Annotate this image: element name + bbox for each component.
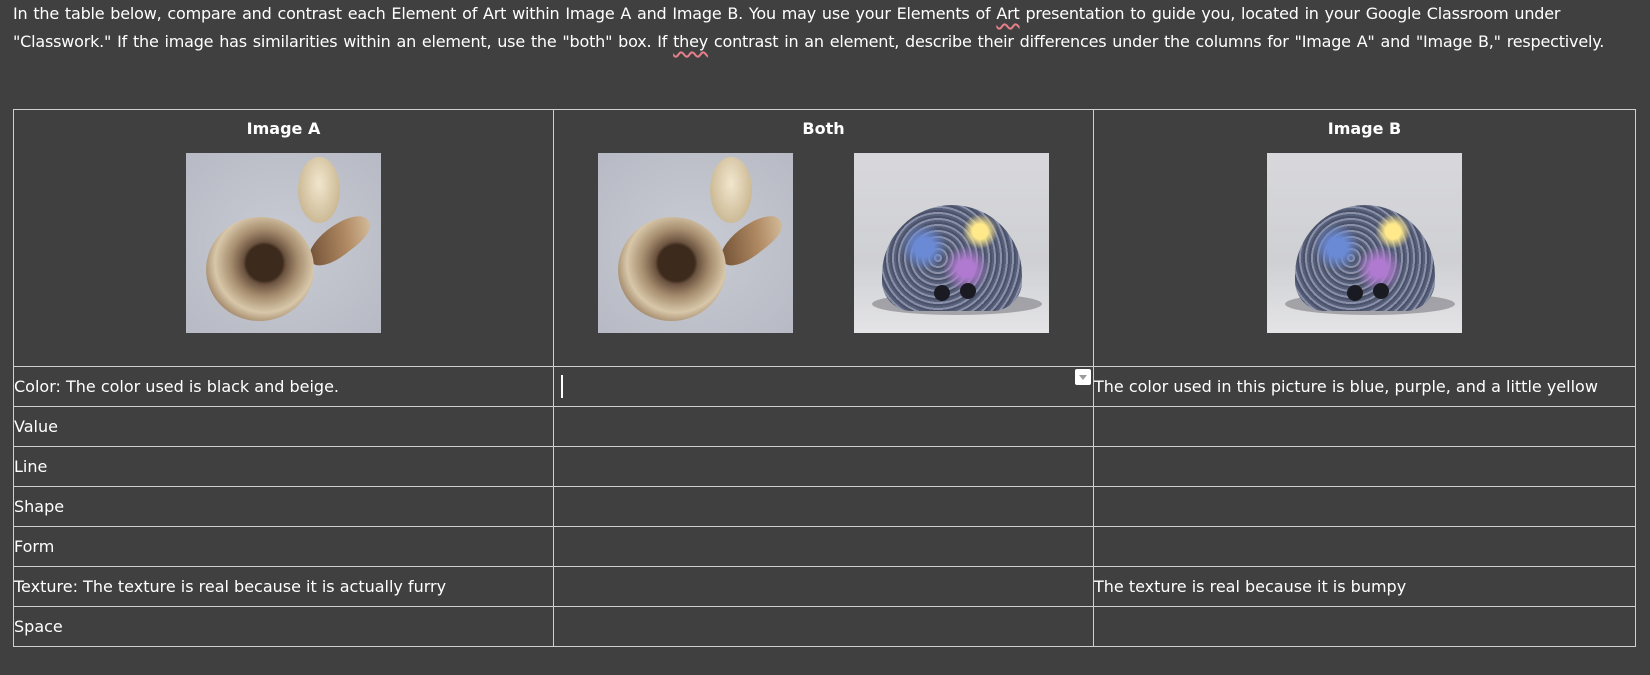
cell-image-a-form[interactable]: Form bbox=[13, 526, 554, 567]
header-both: Both bbox=[802, 119, 845, 138]
cell-image-b-texture[interactable]: The texture is real because it is bumpy bbox=[1093, 566, 1636, 607]
header-image-b: Image B bbox=[1327, 119, 1402, 138]
document-page: In the table below, compare and contrast… bbox=[0, 0, 1650, 675]
table-header-row: Image A Both Image B bbox=[13, 109, 1636, 367]
cell-both-color[interactable] bbox=[553, 366, 1094, 407]
table-row-space: Space bbox=[13, 606, 1636, 647]
cell-image-b-line[interactable] bbox=[1093, 446, 1636, 487]
cell-both-texture[interactable] bbox=[553, 566, 1094, 607]
cell-image-b-shape[interactable] bbox=[1093, 486, 1636, 527]
header-image-a: Image A bbox=[246, 119, 321, 138]
table-row-line: Line bbox=[13, 446, 1636, 487]
cell-image-a-texture[interactable]: Texture: The texture is real because it … bbox=[13, 566, 554, 607]
header-cell-image-a[interactable]: Image A bbox=[13, 109, 554, 367]
cell-image-b-value[interactable] bbox=[1093, 406, 1636, 447]
image-b-ghost-photo[interactable] bbox=[1267, 153, 1462, 333]
cell-dropdown-icon[interactable] bbox=[1075, 369, 1091, 385]
cell-image-a-line[interactable]: Line bbox=[13, 446, 554, 487]
instructions-paragraph[interactable]: In the table below, compare and contrast… bbox=[13, 0, 1643, 56]
table-row-shape: Shape bbox=[13, 486, 1636, 527]
spellcheck-word-they[interactable]: they bbox=[673, 32, 708, 51]
table-row-value: Value bbox=[13, 406, 1636, 447]
header-cell-image-b[interactable]: Image B bbox=[1093, 109, 1636, 367]
table-row-form: Form bbox=[13, 526, 1636, 567]
compare-contrast-table: Image A Both Image B Color: The color us… bbox=[13, 109, 1636, 647]
cell-image-a-color[interactable]: Color: The color used is black and beige… bbox=[13, 366, 554, 407]
both-image-b-ghost-photo[interactable] bbox=[854, 153, 1049, 333]
cell-both-value[interactable] bbox=[553, 406, 1094, 447]
cell-image-b-space[interactable] bbox=[1093, 606, 1636, 647]
table-row-color: Color: The color used is black and beige… bbox=[13, 366, 1636, 407]
cell-image-b-color[interactable]: The color used in this picture is blue, … bbox=[1093, 366, 1636, 407]
image-a-fur-photo[interactable] bbox=[186, 153, 381, 333]
both-image-a-fur-photo[interactable] bbox=[598, 153, 793, 333]
cell-both-form[interactable] bbox=[553, 526, 1094, 567]
text-cursor bbox=[561, 375, 563, 398]
cell-both-line[interactable] bbox=[553, 446, 1094, 487]
cell-image-a-shape[interactable]: Shape bbox=[13, 486, 554, 527]
cell-image-a-space[interactable]: Space bbox=[13, 606, 554, 647]
instructions-text-3: contrast in an element, describe their d… bbox=[708, 32, 1605, 51]
cell-both-shape[interactable] bbox=[553, 486, 1094, 527]
table-row-texture: Texture: The texture is real because it … bbox=[13, 566, 1636, 607]
cell-both-space[interactable] bbox=[553, 606, 1094, 647]
header-cell-both[interactable]: Both bbox=[553, 109, 1094, 367]
spellcheck-word-art[interactable]: Art bbox=[996, 4, 1019, 23]
cell-image-b-form[interactable] bbox=[1093, 526, 1636, 567]
cell-image-a-value[interactable]: Value bbox=[13, 406, 554, 447]
instructions-text-1: In the table below, compare and contrast… bbox=[13, 4, 997, 23]
